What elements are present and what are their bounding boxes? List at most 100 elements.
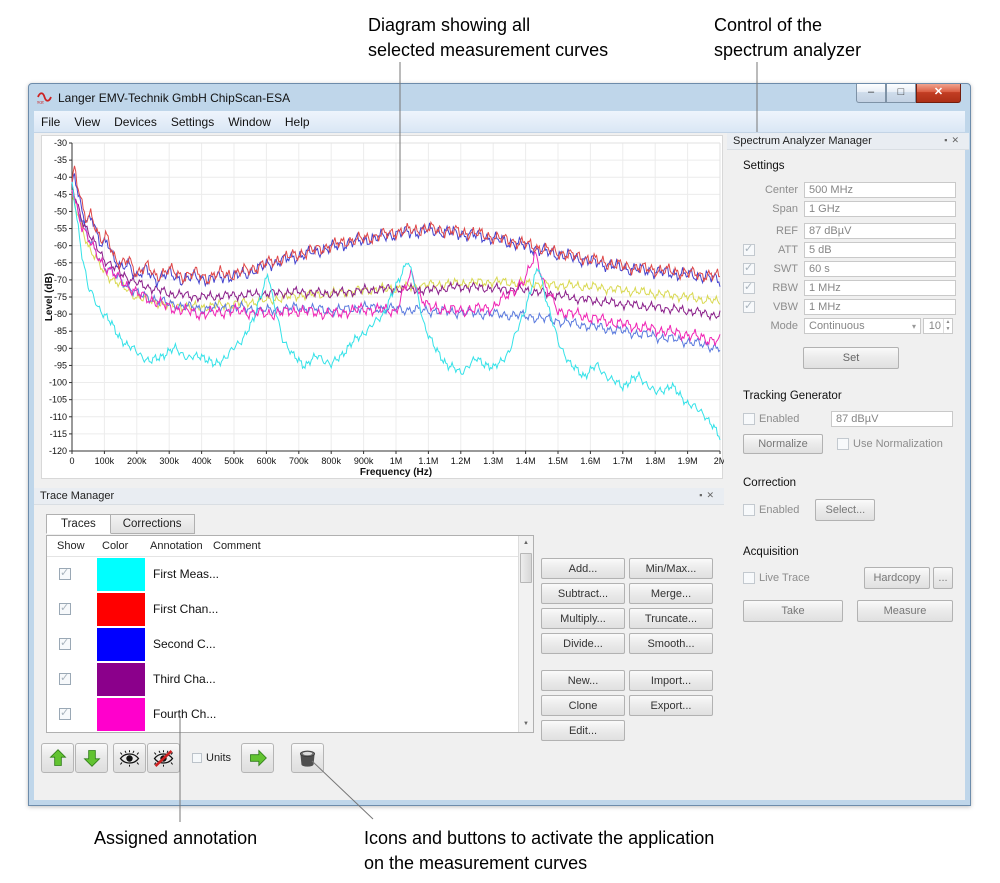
- trace-color-swatch[interactable]: [97, 628, 145, 661]
- tracking-generator-heading: Tracking Generator: [743, 390, 969, 402]
- setting-label: VBW: [758, 301, 798, 313]
- mode-dropdown[interactable]: Continuous▾: [804, 318, 921, 334]
- maximize-button[interactable]: □: [886, 84, 916, 103]
- menu-item-help[interactable]: Help: [278, 113, 317, 131]
- trace-show-checkbox[interactable]: [59, 673, 71, 685]
- hardcopy-button[interactable]: Hardcopy: [864, 567, 930, 589]
- scroll-up-icon[interactable]: ▲: [519, 536, 533, 551]
- close-button[interactable]: ✕: [916, 84, 961, 103]
- att-checkbox[interactable]: [743, 244, 755, 256]
- panel-title[interactable]: Trace Manager ▪✕: [34, 488, 724, 505]
- trace-color-swatch[interactable]: [97, 663, 145, 696]
- truncate-button[interactable]: Truncate...: [629, 608, 713, 629]
- att-field[interactable]: [804, 242, 956, 258]
- annotation-text: Control of the: [714, 13, 861, 38]
- ref-field[interactable]: [804, 223, 956, 239]
- setting-label: ATT: [758, 244, 798, 256]
- svg-text:-105: -105: [49, 395, 67, 405]
- scroll-down-icon[interactable]: ▼: [519, 717, 533, 732]
- trace-show-checkbox[interactable]: [59, 638, 71, 650]
- trace-annotation: Fourth Ch...: [153, 707, 216, 721]
- close-panel-icon[interactable]: ✕: [706, 490, 718, 500]
- multiply-button[interactable]: Multiply...: [541, 608, 625, 629]
- merge-button[interactable]: Merge...: [629, 583, 713, 604]
- add-button[interactable]: Add...: [541, 558, 625, 579]
- scrollbar[interactable]: ▲ ▼: [518, 536, 533, 732]
- trace-row[interactable]: First Chan...: [47, 592, 518, 627]
- vbw-field[interactable]: [804, 299, 956, 315]
- swt-checkbox[interactable]: [743, 263, 755, 275]
- clone-button[interactable]: Clone: [541, 695, 625, 716]
- move-down-button[interactable]: [75, 743, 108, 773]
- rbw-checkbox[interactable]: [743, 282, 755, 294]
- units-label: Units: [206, 752, 231, 764]
- trace-row[interactable]: First Meas...: [47, 557, 518, 592]
- setting-row-mode: ModeContinuous▾10▲▼: [743, 317, 969, 334]
- close-panel-icon[interactable]: ✕: [951, 135, 963, 145]
- mode-value: Continuous: [809, 320, 865, 332]
- trace-color-swatch[interactable]: [97, 558, 145, 591]
- menu-item-file[interactable]: File: [34, 113, 67, 131]
- vbw-checkbox[interactable]: [743, 301, 755, 313]
- correction-enabled-checkbox[interactable]: [743, 504, 755, 516]
- menu-item-view[interactable]: View: [67, 113, 107, 131]
- trace-color-swatch[interactable]: [97, 593, 145, 626]
- trace-show-checkbox[interactable]: [59, 568, 71, 580]
- minimize-button[interactable]: –: [856, 84, 886, 103]
- correction-heading: Correction: [743, 477, 969, 489]
- correction-select-button[interactable]: Select...: [815, 499, 875, 521]
- tab-corrections[interactable]: Corrections: [111, 514, 195, 534]
- units-checkbox[interactable]: [192, 753, 202, 763]
- setting-row-span: Span: [743, 200, 969, 217]
- span-field[interactable]: [804, 201, 956, 217]
- export-button[interactable]: Export...: [629, 695, 713, 716]
- set-button[interactable]: Set: [803, 347, 899, 369]
- divide-button[interactable]: Divide...: [541, 633, 625, 654]
- measure-button[interactable]: Measure: [857, 600, 953, 622]
- apply-button[interactable]: [241, 743, 274, 773]
- import-button[interactable]: Import...: [629, 670, 713, 691]
- delete-trace-button[interactable]: [291, 743, 324, 773]
- trace-row[interactable]: Third Cha...: [47, 662, 518, 697]
- show-trace-button[interactable]: [113, 743, 146, 773]
- move-up-button[interactable]: [41, 743, 74, 773]
- menu-item-window[interactable]: Window: [221, 113, 278, 131]
- menu-item-settings[interactable]: Settings: [164, 113, 221, 131]
- normalize-button[interactable]: Normalize: [743, 434, 823, 454]
- count-spinner[interactable]: 10▲▼: [923, 318, 953, 334]
- center-field[interactable]: [804, 182, 956, 198]
- measurement-chart[interactable]: Frequency (Hz) Level (dB) 0100k200k300k4…: [41, 135, 723, 479]
- swt-field[interactable]: [804, 261, 956, 277]
- tab-traces[interactable]: Traces: [46, 514, 111, 534]
- annotation-assigned: Assigned annotation: [94, 826, 257, 851]
- setting-row-vbw: VBW: [743, 298, 969, 315]
- scrollbar-thumb[interactable]: [520, 553, 532, 583]
- spinner-arrows-icon[interactable]: ▲▼: [943, 319, 952, 333]
- svg-text:-80: -80: [54, 309, 67, 319]
- trace-show-checkbox[interactable]: [59, 603, 71, 615]
- panel-title[interactable]: Spectrum Analyzer Manager ▪✕: [727, 133, 969, 150]
- tg-level-field[interactable]: [831, 411, 953, 427]
- trace-show-checkbox[interactable]: [59, 708, 71, 720]
- min-max-button[interactable]: Min/Max...: [629, 558, 713, 579]
- svg-text:-115: -115: [50, 429, 67, 439]
- take-button[interactable]: Take: [743, 600, 843, 622]
- hide-trace-button[interactable]: [147, 743, 180, 773]
- hardcopy-more-button[interactable]: ...: [933, 567, 953, 589]
- rbw-field[interactable]: [804, 280, 956, 296]
- title-bar[interactable]: xqc Langer EMV-Technik GmbH ChipScan-ESA: [29, 84, 970, 111]
- column-annotation: Annotation: [150, 540, 203, 552]
- annotation-control: Control of the spectrum analyzer: [714, 13, 861, 63]
- new-button[interactable]: New...: [541, 670, 625, 691]
- use-normalization-checkbox[interactable]: [837, 438, 849, 450]
- menu-item-devices[interactable]: Devices: [107, 113, 164, 131]
- live-trace-checkbox[interactable]: [743, 572, 755, 584]
- subtract-button[interactable]: Subtract...: [541, 583, 625, 604]
- edit-button[interactable]: Edit...: [541, 720, 625, 741]
- smooth-button[interactable]: Smooth...: [629, 633, 713, 654]
- tg-enabled-checkbox[interactable]: [743, 413, 755, 425]
- trace-row[interactable]: Fourth Ch...: [47, 697, 518, 732]
- trace-row[interactable]: Second C...: [47, 627, 518, 662]
- trace-color-swatch[interactable]: [97, 698, 145, 731]
- svg-text:1.9M: 1.9M: [678, 456, 698, 466]
